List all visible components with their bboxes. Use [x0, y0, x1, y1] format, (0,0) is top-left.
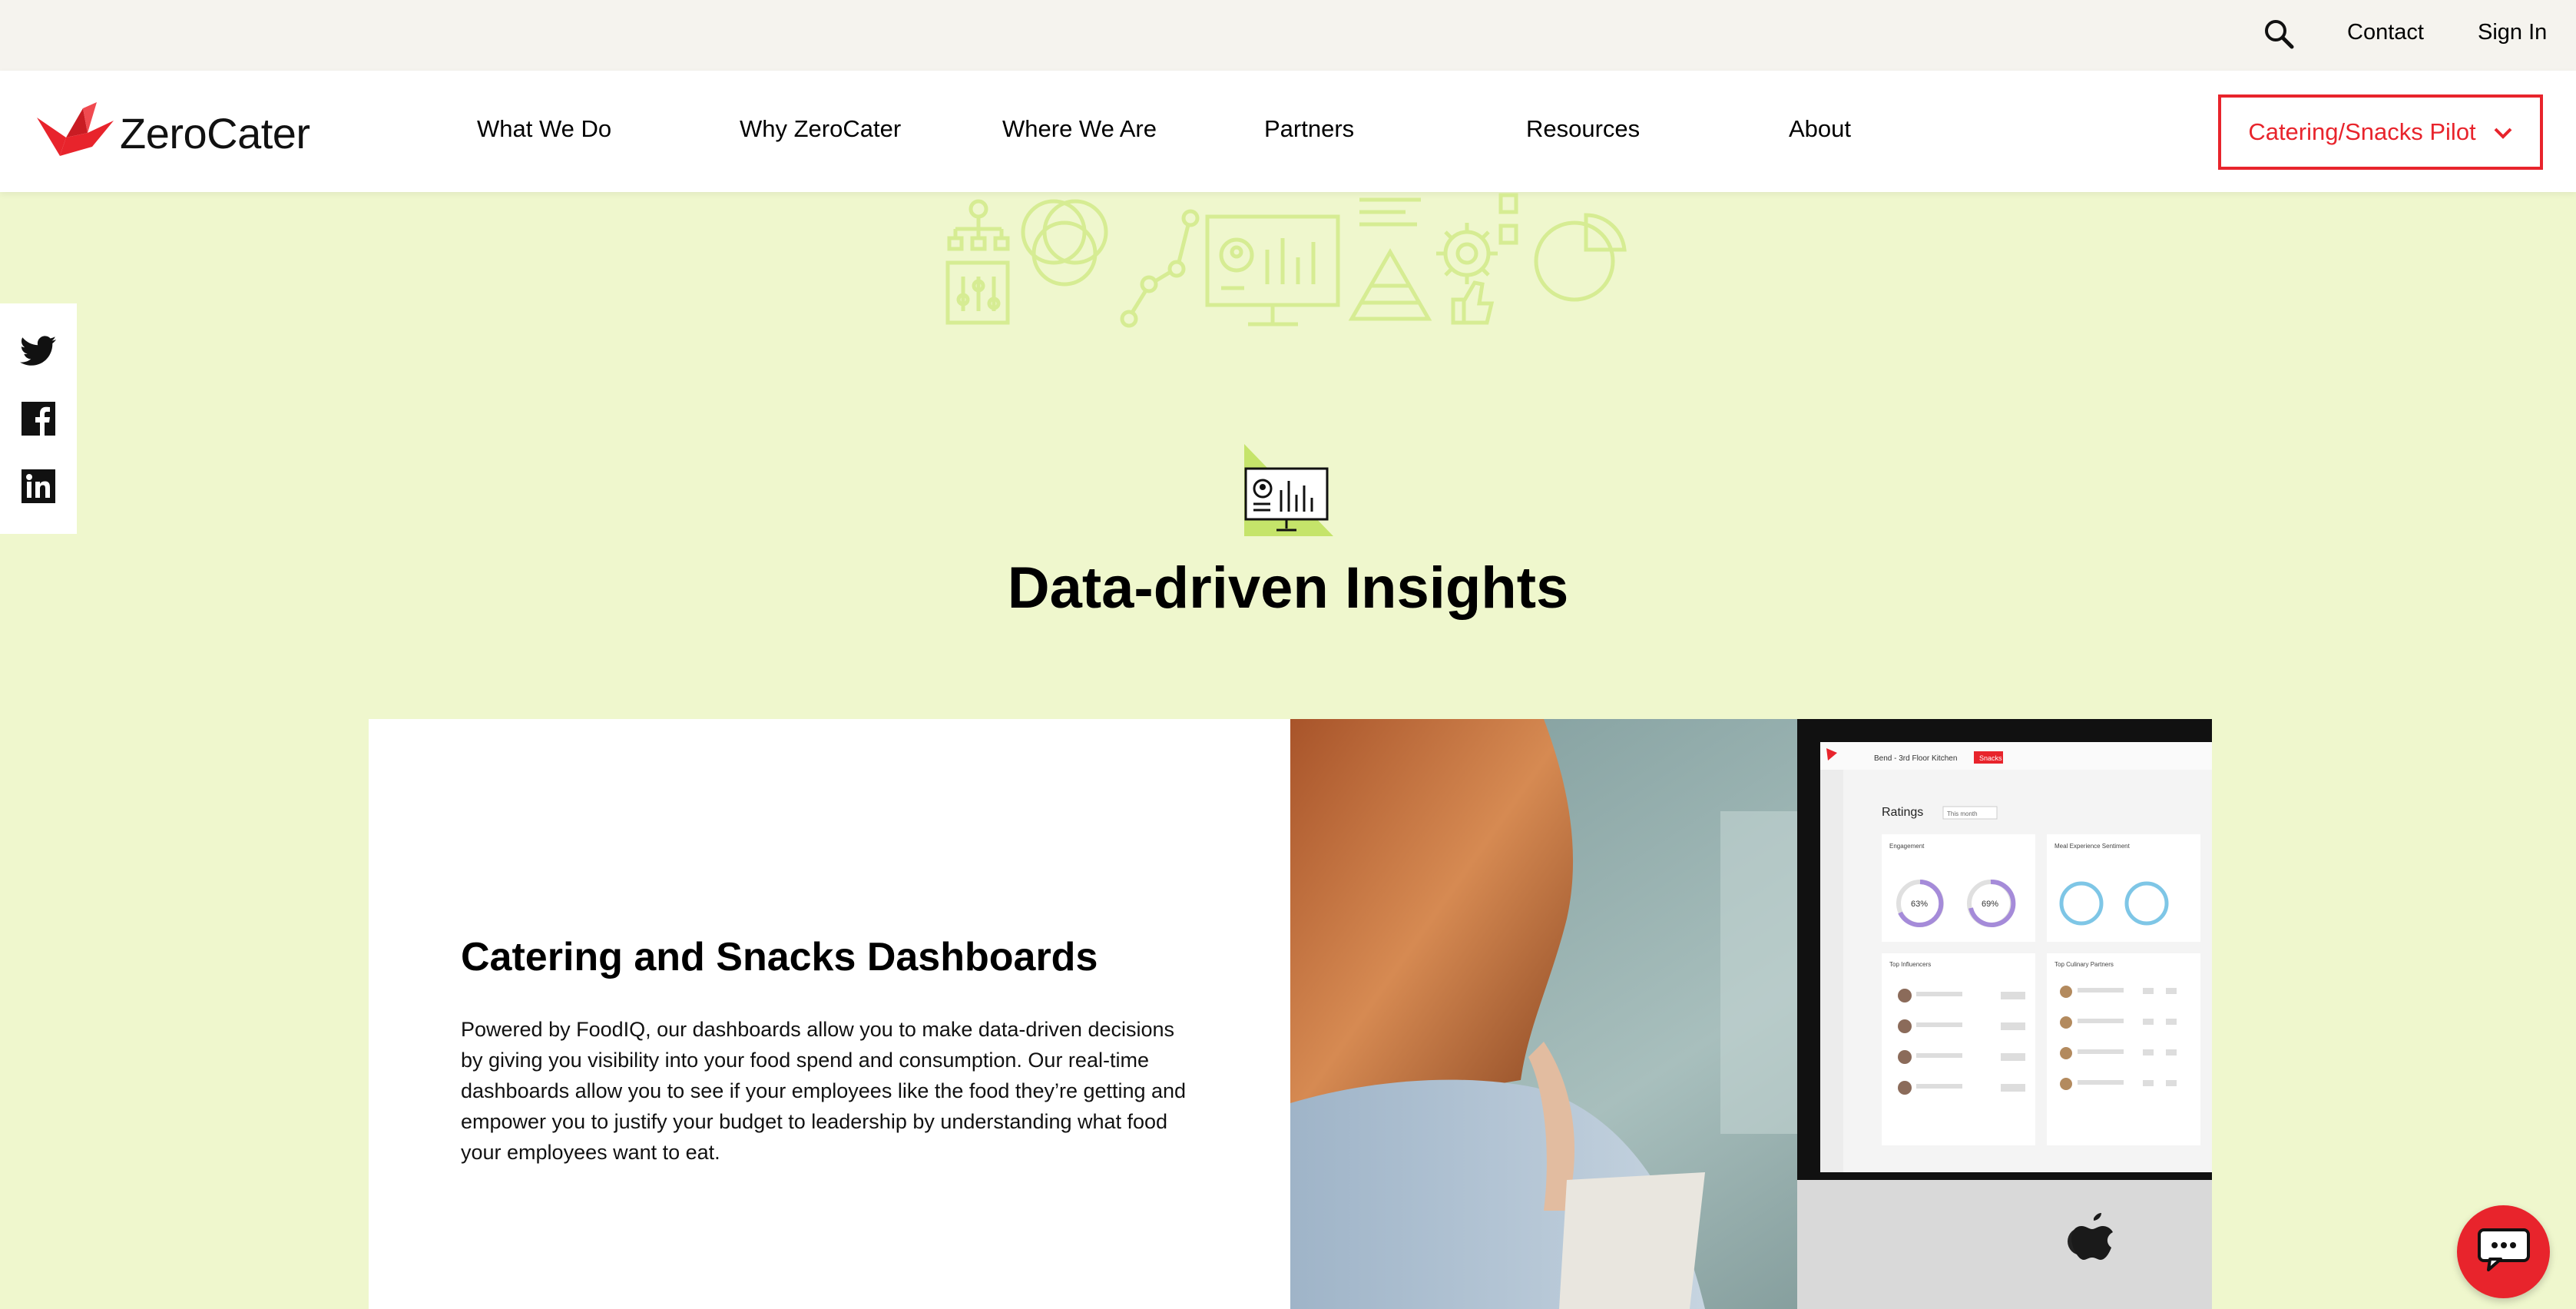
- pie-chart-icon: [1534, 213, 1627, 302]
- card-text: Catering and Snacks Dashboards Powered b…: [461, 934, 1198, 1168]
- nav-where-we-are[interactable]: Where We Are: [1002, 115, 1157, 143]
- nav-why-zerocater[interactable]: Why ZeroCater: [740, 115, 901, 143]
- screen-sentiment-label: Meal Experience Sentiment: [2055, 843, 2131, 850]
- venn-diagram-icon: [1021, 199, 1108, 287]
- dashboard-photo: Bend - 3rd Floor Kitchen Snacks Ratings …: [1290, 719, 2212, 1309]
- screen-engagement-1: 63%: [1911, 900, 1928, 909]
- utility-bar: Contact Sign In: [0, 0, 2576, 71]
- logo[interactable]: ZeroCater: [37, 98, 310, 167]
- screen-heading: Ratings: [1882, 806, 1923, 819]
- screen-partners-label: Top Culinary Partners: [2055, 961, 2114, 968]
- social-share-bar: [0, 303, 77, 534]
- screen-filter: This month: [1947, 810, 1978, 817]
- org-chart-icon: [947, 199, 1010, 251]
- gear-icon: [1436, 223, 1498, 284]
- pilot-button-label: Catering/Snacks Pilot: [2248, 118, 2476, 145]
- chevron-down-icon: [2493, 118, 2513, 146]
- crane-logo-icon: [37, 101, 114, 164]
- sliders-icon: [945, 260, 1010, 325]
- nav-resources[interactable]: Resources: [1526, 115, 1640, 143]
- contact-link[interactable]: Contact: [2347, 20, 2424, 45]
- decorative-icons-strip: [945, 193, 1627, 328]
- screen-button: Snacks: [1979, 754, 2002, 762]
- linkedin-icon[interactable]: [20, 468, 57, 505]
- thumbs-up-icon: [1451, 280, 1495, 325]
- nav-partners[interactable]: Partners: [1264, 115, 1354, 143]
- section-title: Data-driven Insights: [1007, 555, 1569, 621]
- woman-at-computer-image: Bend - 3rd Floor Kitchen Snacks Ratings …: [1290, 719, 2212, 1309]
- monitor-chart-icon: [1205, 214, 1340, 326]
- screen-influencers-label: Top Influencers: [1889, 961, 1931, 968]
- card-title: Catering and Snacks Dashboards: [461, 935, 1098, 979]
- nav-about[interactable]: About: [1789, 115, 1851, 143]
- sign-in-link[interactable]: Sign In: [2478, 20, 2547, 45]
- main-header: ZeroCater What We Do Why ZeroCater Where…: [0, 71, 2576, 192]
- line-graph-icon: [1120, 209, 1200, 328]
- pyramid-icon: [1348, 197, 1432, 321]
- chat-button[interactable]: [2457, 1205, 2550, 1298]
- screen-engagement-label: Engagement: [1889, 843, 1925, 850]
- search-icon[interactable]: [2262, 17, 2296, 51]
- facebook-icon[interactable]: [20, 400, 57, 437]
- squares-icon: [1498, 193, 1518, 245]
- screen-engagement-2: 69%: [1982, 900, 1998, 909]
- screen-location: Bend - 3rd Floor Kitchen: [1874, 754, 1957, 763]
- dashboards-card: Catering and Snacks Dashboards Powered b…: [369, 719, 2212, 1309]
- twitter-icon[interactable]: [20, 333, 57, 370]
- logo-wordmark: ZeroCater: [120, 108, 310, 157]
- catering-snacks-pilot-button[interactable]: Catering/Snacks Pilot: [2218, 94, 2543, 170]
- dashboard-screen: Bend - 3rd Floor Kitchen Snacks Ratings …: [1820, 742, 2212, 1172]
- card-body: Powered by FoodIQ, our dashboards allow …: [461, 1018, 1187, 1164]
- nav-what-we-do[interactable]: What We Do: [477, 115, 611, 143]
- dashboard-monitor-icon: [1244, 444, 1333, 536]
- chat-bubble-icon: [2477, 1228, 2530, 1275]
